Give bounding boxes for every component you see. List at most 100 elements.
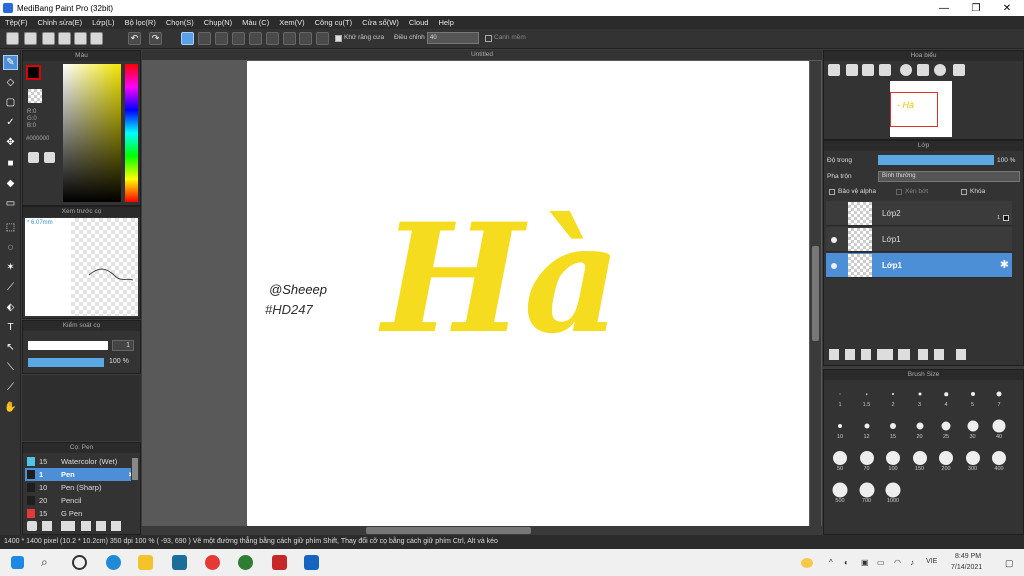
select-eraser-tool-icon[interactable]: ⬖ [3,300,18,315]
menu-layer[interactable]: Lớp(L) [87,18,119,27]
brush-size-option[interactable]: 70 [854,448,880,472]
settings-snap-icon[interactable] [316,32,329,45]
hand-tool-icon[interactable]: ✋ [3,400,18,415]
export-icon[interactable] [24,32,37,45]
file-explorer-icon[interactable] [138,555,153,570]
brush-cloud-icon[interactable] [27,521,37,531]
brush-size-option[interactable]: 40 [986,416,1012,440]
canvas-vertical-scrollbar[interactable] [810,61,821,526]
grid-snap-icon[interactable] [215,32,228,45]
brush-size-option[interactable]: 30 [960,416,986,440]
text-tool-icon[interactable]: T [3,320,18,335]
brush-size-option[interactable]: 2 [880,384,906,408]
snap-off-icon[interactable] [181,32,194,45]
zoom-out-icon[interactable] [879,64,891,76]
message-icon[interactable] [58,32,71,45]
menu-color[interactable]: Màu (C) [237,18,274,27]
layer-menu-icon[interactable] [877,349,893,360]
clock-time[interactable]: 8:49 PM [955,553,981,560]
visibility-icon[interactable] [831,263,837,269]
drawing-canvas[interactable]: Hà @Sheeep #HD247 [247,61,809,526]
close-icon[interactable]: ✕ [992,0,1022,16]
cloud-icon[interactable] [6,32,19,45]
antialias-checkbox[interactable] [335,35,342,42]
add-brush-icon[interactable] [42,521,52,531]
bucket-tool-icon[interactable]: ◆ [3,176,18,191]
mail-app-icon[interactable] [172,555,187,570]
chrome-browser-icon[interactable] [205,555,220,570]
eyedropper-tool-icon[interactable]: ⟋ [3,380,18,395]
app-icon[interactable] [272,555,287,570]
list-icon[interactable] [90,32,103,45]
windows-start-icon[interactable] [11,556,24,569]
brush-edit-icon[interactable] [81,521,91,531]
gradient-tool-icon[interactable]: ▭ [3,196,18,211]
brush-folder-icon[interactable] [96,521,106,531]
radial-snap-icon[interactable] [249,32,262,45]
zoom-in-icon[interactable] [828,64,840,76]
menu-filter[interactable]: Bộ lọc(R) [120,18,161,27]
menu-help[interactable]: Help [433,18,458,27]
brush-item-pen-sharp[interactable]: 10 Pen (Sharp) [25,481,131,494]
layer-opacity-slider[interactable] [878,155,994,165]
new-layer-icon[interactable] [829,349,839,360]
duplicate-layer-icon[interactable] [918,349,928,360]
parallel-snap-icon[interactable] [198,32,211,45]
language-indicator[interactable]: VIE [926,558,937,565]
brush-size-option[interactable]: 1 [827,384,853,408]
wifi-icon[interactable]: ◠ [894,558,901,567]
move-tool-icon[interactable]: ✥ [3,135,18,150]
brush-size-option[interactable]: 7 [986,384,1012,408]
brush-size-option[interactable]: 1000 [880,480,906,504]
brush-size-option[interactable]: 4 [933,384,959,408]
battery-icon[interactable]: ▭ [877,558,885,567]
layer-row-lop1[interactable]: Lớp1 [826,227,1012,252]
menu-snap[interactable]: Chụp(N) [199,18,237,27]
brush-size-option[interactable]: 100 [880,448,906,472]
layer-row-lop1-selected[interactable]: Lớp1 ✱ [826,253,1012,278]
brush-size-option[interactable]: 3 [907,384,933,408]
layer-folder-icon[interactable] [898,349,910,360]
edge-browser-icon[interactable] [106,555,121,570]
menu-edit[interactable]: Chỉnh sửa(E) [33,18,88,27]
curve-tool-icon[interactable]: ✓ [3,115,18,130]
curve-snap-icon[interactable] [283,32,296,45]
transparent-color-swatch[interactable] [28,89,42,103]
brush-size-option[interactable]: 10 [827,416,853,440]
divide-tool-icon[interactable]: ⟍ [3,360,18,375]
maximize-icon[interactable]: ❐ [961,0,991,16]
brush-menu-icon[interactable] [61,521,75,531]
rotate-left-icon[interactable] [900,64,912,76]
fill-shape-tool-icon[interactable]: ■ [3,156,18,171]
volume-icon[interactable]: ♪ [910,558,914,567]
delete-layer-icon[interactable] [956,349,966,360]
weather-icon[interactable] [801,558,813,568]
brush-size-option[interactable]: 300 [960,448,986,472]
fit-icon[interactable] [862,64,874,76]
clipping-checkbox[interactable] [896,189,902,195]
brush-size-option[interactable]: 400 [986,448,1012,472]
menu-cloud[interactable]: Cloud [404,18,434,27]
brush-size-option[interactable]: 700 [854,480,880,504]
layer-settings-icon[interactable]: ✱ [1000,258,1009,271]
vertical-scroll-thumb[interactable] [812,246,819,341]
merge-layer-icon[interactable] [934,349,944,360]
tray-chevron-icon[interactable]: ^ [829,558,833,567]
brush-item-watercolor[interactable]: 15 Watercolor (Wet) [25,455,131,468]
correction-select[interactable]: 40 [427,32,479,44]
document-tab[interactable]: Untitled [142,50,822,60]
visibility-icon[interactable] [831,237,837,243]
hue-slider[interactable] [125,64,138,202]
brush-size-option[interactable]: 15 [880,416,906,440]
brush-size-option[interactable]: 1.5 [854,384,880,408]
task-view-icon[interactable] [72,555,87,570]
brush-size-option[interactable]: 12 [854,416,880,440]
foreground-color-swatch[interactable] [26,65,41,80]
brush-item-pencil[interactable]: 20 Pencil [25,494,131,507]
minimize-icon[interactable]: — [929,0,959,16]
perspective-snap-icon[interactable] [299,32,312,45]
brush-size-field[interactable]: 1 [112,340,134,351]
circle-snap-icon[interactable] [266,32,279,45]
select-rect-tool-icon[interactable]: ⬚ [3,220,18,235]
brush-size-option[interactable]: 150 [907,448,933,472]
